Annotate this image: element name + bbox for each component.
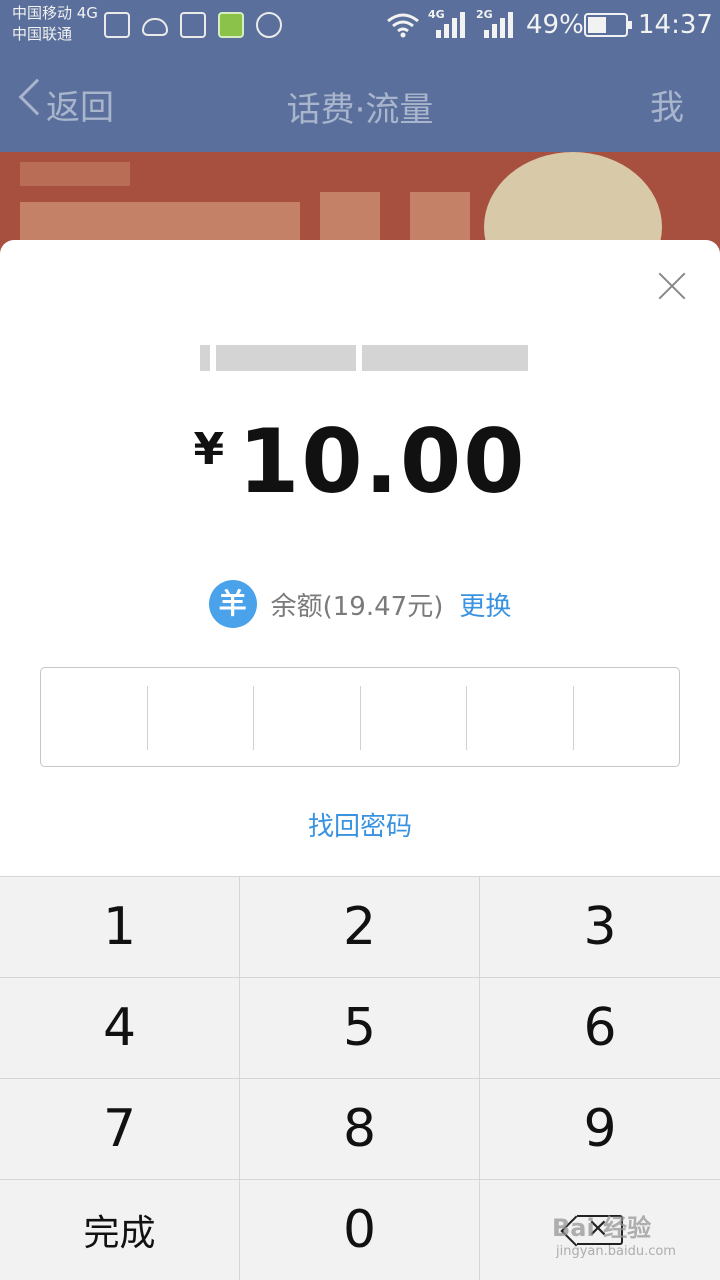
key-7[interactable]: 7 (0, 1079, 240, 1180)
banner-logo-blur (20, 162, 130, 186)
redacted-segment (362, 345, 528, 371)
watermark-url: jingyan.baidu.com (556, 1244, 676, 1259)
music-icon (256, 12, 282, 38)
wifi-icon (387, 13, 419, 38)
done-key[interactable]: 完成 (0, 1180, 240, 1280)
balance-yuan-icon: 羊 (208, 580, 257, 628)
key-3[interactable]: 3 (480, 877, 720, 978)
key-8[interactable]: 8 (240, 1079, 480, 1180)
key-2[interactable]: 2 (240, 877, 480, 978)
password-digit-cell (253, 686, 360, 750)
upload-icon (180, 12, 206, 38)
close-icon[interactable] (656, 270, 688, 302)
forgot-password-link[interactable]: 找回密码 (0, 806, 720, 843)
password-input[interactable] (40, 667, 680, 767)
password-digit-cell (146, 686, 254, 750)
cloud-icon (142, 18, 168, 36)
watermark: Bai 经验 (552, 1214, 652, 1242)
balance-label: 余额(19.47元) (270, 591, 444, 622)
wechat-icon (218, 12, 244, 38)
currency-symbol: ¥ (193, 424, 225, 475)
password-digit-cell (466, 686, 573, 750)
redacted-segment (200, 345, 210, 371)
gallery-icon (104, 12, 130, 38)
banner-text-blur (20, 202, 300, 242)
status-bar: 中国移动 4G 中国联通 4G 2G 49% 14:37 (0, 0, 720, 52)
key-1[interactable]: 1 (0, 877, 240, 978)
profile-button[interactable]: 我 (650, 80, 684, 129)
carrier-primary: 中国移动 4G (12, 4, 98, 22)
password-digit-cell (41, 668, 147, 766)
payment-amount: ¥10.00 (0, 410, 720, 513)
key-6[interactable]: 6 (480, 978, 720, 1079)
merchant-info-redacted (200, 340, 530, 376)
key-0[interactable]: 0 (240, 1180, 480, 1280)
page-title: 话费·流量 (286, 90, 434, 130)
clock: 14:37 (638, 10, 713, 40)
redacted-segment (216, 345, 356, 371)
battery-percentage: 49% (526, 10, 584, 40)
navigation-bar: 返回 话费·流量 我 (0, 60, 720, 144)
key-4[interactable]: 4 (0, 978, 240, 1079)
signal-strength-icon-2 (484, 12, 514, 38)
password-digit-cell (359, 686, 467, 750)
change-method-link[interactable]: 更换 (459, 586, 511, 623)
key-9[interactable]: 9 (480, 1079, 720, 1180)
password-digit-cell (572, 686, 680, 750)
amount-value: 10.00 (238, 410, 527, 513)
payment-method-row: 羊 余额(19.47元) 更换 (0, 580, 720, 628)
key-5[interactable]: 5 (240, 978, 480, 1079)
signal-strength-icon (436, 12, 466, 38)
carrier-secondary: 中国联通 (12, 25, 73, 43)
carrier-info: 中国移动 4G 中国联通 (12, 3, 98, 45)
notification-icons (104, 12, 282, 38)
battery-icon (584, 13, 632, 37)
